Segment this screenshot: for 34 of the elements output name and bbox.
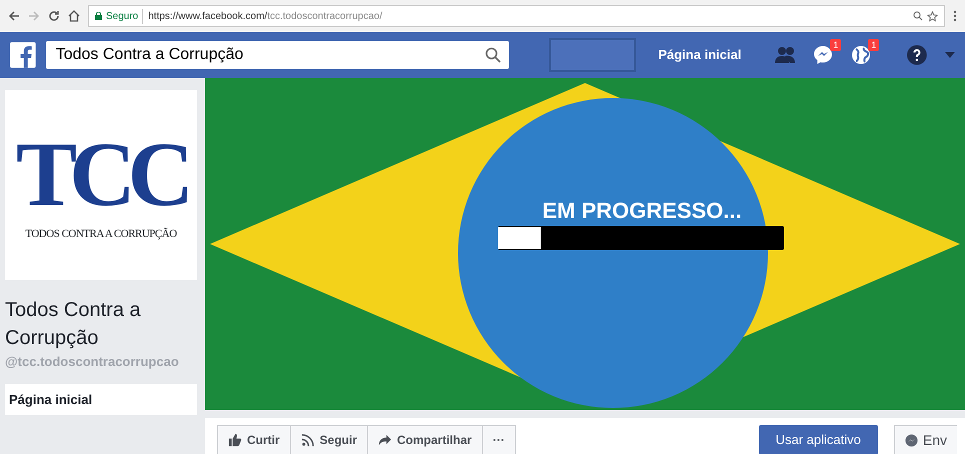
like-button[interactable]: Curtir [217, 425, 291, 454]
address-bar[interactable]: Seguro https://www.facebook.com/tcc.todoscontracorrupcao/ [88, 5, 945, 27]
reload-icon[interactable] [48, 10, 60, 22]
use-app-button[interactable]: Usar aplicativo [758, 425, 878, 454]
more-button[interactable]: ··· [482, 425, 516, 454]
help-icon[interactable] [907, 45, 928, 65]
send-message-button[interactable]: Env [894, 425, 957, 454]
logo-letters: TCC [16, 128, 186, 220]
home-link[interactable]: Página inicial [658, 45, 742, 65]
page-name: Todos Contra a Corrupção [5, 298, 142, 351]
like-icon [228, 433, 242, 447]
share-arrow-icon [378, 433, 392, 447]
star-icon[interactable] [927, 10, 938, 22]
facebook-logo-icon[interactable] [10, 42, 36, 68]
search-icon[interactable] [485, 47, 502, 63]
secure-label: Seguro [106, 10, 138, 24]
notification-count: 1 [868, 38, 880, 51]
share-button[interactable]: Compartilhar [368, 425, 483, 454]
rss-icon [300, 433, 315, 447]
dropdown-caret-icon[interactable] [945, 52, 955, 58]
lock-icon [95, 12, 102, 20]
friends-icon[interactable] [775, 45, 798, 66]
menu-icon[interactable] [953, 10, 957, 22]
notification-count: 1 [830, 38, 842, 51]
logo-caption: TODOS CONTRA A CORRUPÇÃO [25, 226, 177, 242]
cover-drawing: EM PROGRESSO... [205, 78, 965, 410]
sidebar-nav-item[interactable]: Página inicial [5, 384, 197, 415]
url-text: https://www.facebook.com/tcc.todoscontracorrupcao/ [142, 8, 382, 24]
follow-button[interactable]: Seguir [290, 425, 368, 454]
back-icon[interactable] [8, 10, 20, 22]
zoom-icon[interactable] [913, 11, 923, 21]
page-handle: @tcc.todoscontracorrupcao [5, 353, 180, 371]
messenger-icon [904, 434, 918, 446]
home-icon[interactable] [68, 10, 80, 22]
